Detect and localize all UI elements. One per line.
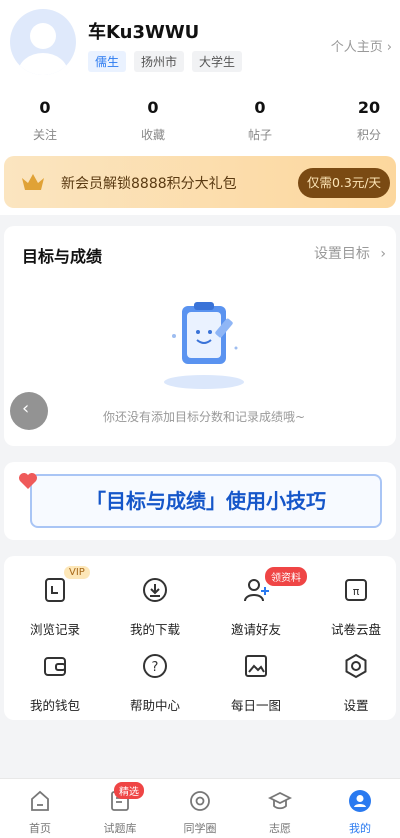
tool-label: 每日一图 — [230, 698, 281, 713]
featured-badge: 精选 — [114, 782, 144, 799]
tab-home[interactable]: 首页 — [0, 779, 80, 838]
tool-label: 我的下载 — [129, 622, 180, 637]
avatar[interactable] — [10, 9, 76, 75]
tab-label: 志愿 — [269, 822, 291, 835]
stat-label: 积分 — [356, 128, 381, 142]
tag-city: 扬州市 — [134, 51, 185, 72]
profile-icon — [349, 790, 371, 812]
image-icon — [245, 655, 267, 677]
tool-paper-cloud[interactable]: π 试卷云盘 — [316, 576, 396, 638]
tab-label: 试题库 — [103, 822, 137, 835]
home-icon — [31, 790, 49, 811]
tool-label: 邀请好友 — [230, 622, 281, 637]
vip-badge: VIP — [64, 566, 90, 579]
chevron-right-icon: › — [380, 246, 386, 262]
tool-label: 我的钱包 — [29, 698, 80, 713]
tool-help-center[interactable]: ? 帮助中心 — [115, 652, 195, 714]
vip-banner[interactable]: 新会员解锁8888积分大礼包 仅需0.3元/天 — [4, 156, 396, 208]
stat-value: 20 — [357, 98, 381, 117]
tool-my-wallet[interactable]: 我的钱包 — [15, 652, 95, 714]
download-icon — [143, 578, 167, 602]
avatar-head — [30, 23, 56, 49]
tools-grid: 浏览记录 我的下载 邀请好友 π 试卷云盘 我的钱包 ? 帮助中心 每日一图 设… — [4, 556, 396, 720]
tag-title: 儒生 — [88, 51, 127, 72]
avatar-body — [18, 53, 68, 75]
tool-label: 试卷云盘 — [330, 622, 381, 637]
tab-mine[interactable]: 我的 — [320, 779, 400, 838]
tab-label: 我的 — [349, 822, 371, 835]
stat-value: 0 — [39, 98, 51, 117]
bottom-tab-bar: 首页 试题库 同学圈 志愿 我的 — [0, 778, 400, 838]
vip-price-button[interactable]: 仅需0.3元/天 — [298, 168, 390, 198]
stat-points[interactable]: 20 积分 — [324, 96, 400, 143]
personal-homepage-label: 个人主页 — [330, 40, 383, 55]
set-goal-label: 设置目标 — [313, 246, 370, 262]
crown-icon — [22, 174, 44, 190]
tab-volunteer[interactable]: 志愿 — [240, 779, 320, 838]
tab-label: 首页 — [29, 822, 51, 835]
personal-homepage-link[interactable]: 个人主页 › — [331, 36, 392, 55]
stat-value: 0 — [147, 98, 159, 117]
stat-label: 收藏 — [140, 128, 165, 142]
stat-following[interactable]: 0 关注 — [0, 96, 90, 143]
graduation-cap-icon — [267, 791, 293, 810]
stat-posts[interactable]: 0 帖子 — [215, 96, 305, 143]
tips-text: 「目标与成绩」使用小技巧 — [86, 489, 326, 513]
tool-settings[interactable]: 设置 — [316, 652, 396, 714]
svg-text:π: π — [353, 585, 360, 598]
help-icon: ? — [143, 654, 167, 678]
tool-browse-history[interactable]: 浏览记录 — [15, 576, 95, 638]
back-button[interactable]: ‹ — [10, 392, 48, 430]
user-tags: 儒生 扬州市 大学生 — [88, 51, 243, 72]
tab-classmates[interactable]: 同学圈 — [160, 779, 240, 838]
tool-daily-image[interactable]: 每日一图 — [216, 652, 296, 714]
tab-label: 同学圈 — [183, 822, 217, 835]
free-material-badge: 领资料 — [265, 567, 307, 586]
chevron-right-icon: › — [386, 40, 392, 55]
tips-banner: 「目标与成绩」使用小技巧 — [30, 474, 382, 528]
chevron-left-icon: ‹ — [22, 398, 30, 419]
goals-empty-text: 你还没有添加目标分数和记录成绩哦~ — [102, 410, 306, 424]
wallet-icon — [44, 657, 66, 676]
stat-label: 关注 — [32, 128, 57, 142]
heart-icon — [19, 473, 37, 489]
circle-icon — [190, 791, 210, 811]
settings-icon — [345, 653, 367, 679]
set-goal-link[interactable]: 设置目标 › — [314, 243, 386, 263]
clipboard-illustration-icon — [164, 302, 244, 389]
tool-my-downloads[interactable]: 我的下载 — [115, 576, 195, 638]
goals-title: 目标与成绩 — [22, 247, 103, 266]
tool-label: 浏览记录 — [29, 622, 80, 637]
tool-label: 帮助中心 — [129, 698, 180, 713]
stat-favorites[interactable]: 0 收藏 — [108, 96, 198, 143]
tool-label: 设置 — [343, 698, 369, 713]
tips-card[interactable]: 「目标与成绩」使用小技巧 — [4, 462, 396, 540]
stat-value: 0 — [254, 98, 266, 117]
tag-role: 大学生 — [192, 51, 243, 72]
stats-row: 0 关注 0 收藏 0 帖子 20 积分 — [0, 96, 400, 148]
username: 车Ku3WWU — [88, 22, 200, 43]
vip-banner-text: 新会员解锁8888积分大礼包 — [61, 176, 237, 192]
goals-card: 目标与成绩 设置目标 › 你还没有添加目标分数和记录成绩哦~ — [4, 226, 396, 446]
svg-text:?: ? — [152, 660, 159, 675]
cloud-disk-icon: π — [345, 579, 367, 601]
history-icon — [45, 578, 65, 602]
stat-label: 帖子 — [247, 128, 272, 142]
